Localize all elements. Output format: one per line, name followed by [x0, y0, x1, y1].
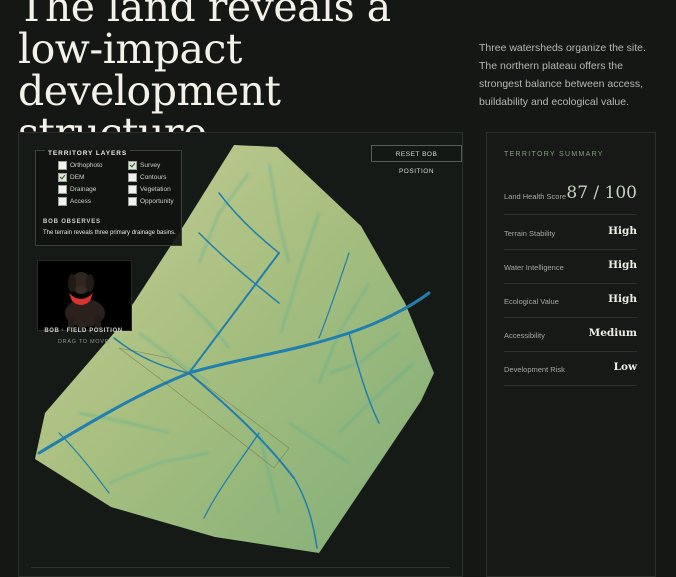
page-headline: The land reveals a low-impact developmen… [18, 0, 391, 154]
map-divider [31, 567, 450, 568]
metric-value: Medium [588, 327, 637, 339]
metric-value: High [608, 293, 637, 305]
territory-summary-panel: TERRITORY SUMMARY Land Health Score 87 /… [486, 132, 656, 577]
score-value: 87 / 100 [566, 183, 637, 203]
metric-value: High [608, 225, 637, 237]
metric-label: Accessibility [504, 331, 545, 340]
metric-label: Water Intelligence [504, 263, 564, 272]
checkbox-survey[interactable] [128, 161, 137, 170]
land-health-score-row: Land Health Score 87 / 100 [504, 178, 637, 215]
bob-dog-marker[interactable] [37, 260, 132, 331]
terrain-map-panel: RESET BOB POSITION TERRITORY LAYERS Orth… [18, 132, 463, 577]
metric-value: High [608, 259, 637, 271]
metric-row-ecological-value: Ecological Value High [504, 283, 637, 318]
checkbox-drainage[interactable] [58, 185, 67, 194]
layer-label-opportunity: Opportunity [140, 198, 174, 205]
metric-label: Development Risk [504, 365, 565, 374]
layer-label-vegetation: Vegetation [140, 186, 171, 193]
layer-label-contours: Contours [140, 174, 167, 181]
metric-value: Low [613, 361, 637, 373]
metric-label: Ecological Value [504, 297, 559, 306]
observation-title: BOB OBSERVES [43, 219, 101, 225]
metric-row-terrain-stability: Terrain Stability High [504, 215, 637, 250]
layer-label-dem: DEM [70, 174, 85, 181]
metric-label: Terrain Stability [504, 229, 556, 238]
territory-layers-panel: TERRITORY LAYERS Orthophoto Survey DEM C… [35, 150, 182, 246]
checkbox-access[interactable] [58, 197, 67, 206]
metric-row-development-risk: Development Risk Low [504, 351, 637, 386]
reset-bob-position-button[interactable]: RESET BOB POSITION [371, 145, 462, 175]
metric-row-water-intelligence: Water Intelligence High [504, 249, 637, 284]
score-label: Land Health Score [504, 192, 567, 201]
intro-paragraph: Three watersheds organize the site. The … [479, 42, 646, 108]
metric-row-accessibility: Accessibility Medium [504, 317, 637, 352]
drag-hint: DRAG TO MOVE [58, 339, 109, 345]
layer-label-orthophoto: Orthophoto [70, 162, 103, 169]
observation-text: The terrain reveals three primary draina… [43, 230, 176, 236]
dog-caption: BOB · FIELD POSITION [44, 328, 123, 334]
layers-panel-title: TERRITORY LAYERS [45, 150, 131, 157]
dog-photo [38, 261, 131, 330]
layer-label-drainage: Drainage [70, 186, 97, 193]
checkbox-orthophoto[interactable] [58, 161, 67, 170]
summary-title: TERRITORY SUMMARY [504, 151, 604, 158]
checkbox-contours[interactable] [128, 173, 137, 182]
checkbox-opportunity[interactable] [128, 197, 137, 206]
layer-label-access: Access [70, 198, 91, 205]
checkbox-vegetation[interactable] [128, 185, 137, 194]
layer-label-survey: Survey [140, 162, 161, 169]
checkbox-dem[interactable] [58, 173, 67, 182]
